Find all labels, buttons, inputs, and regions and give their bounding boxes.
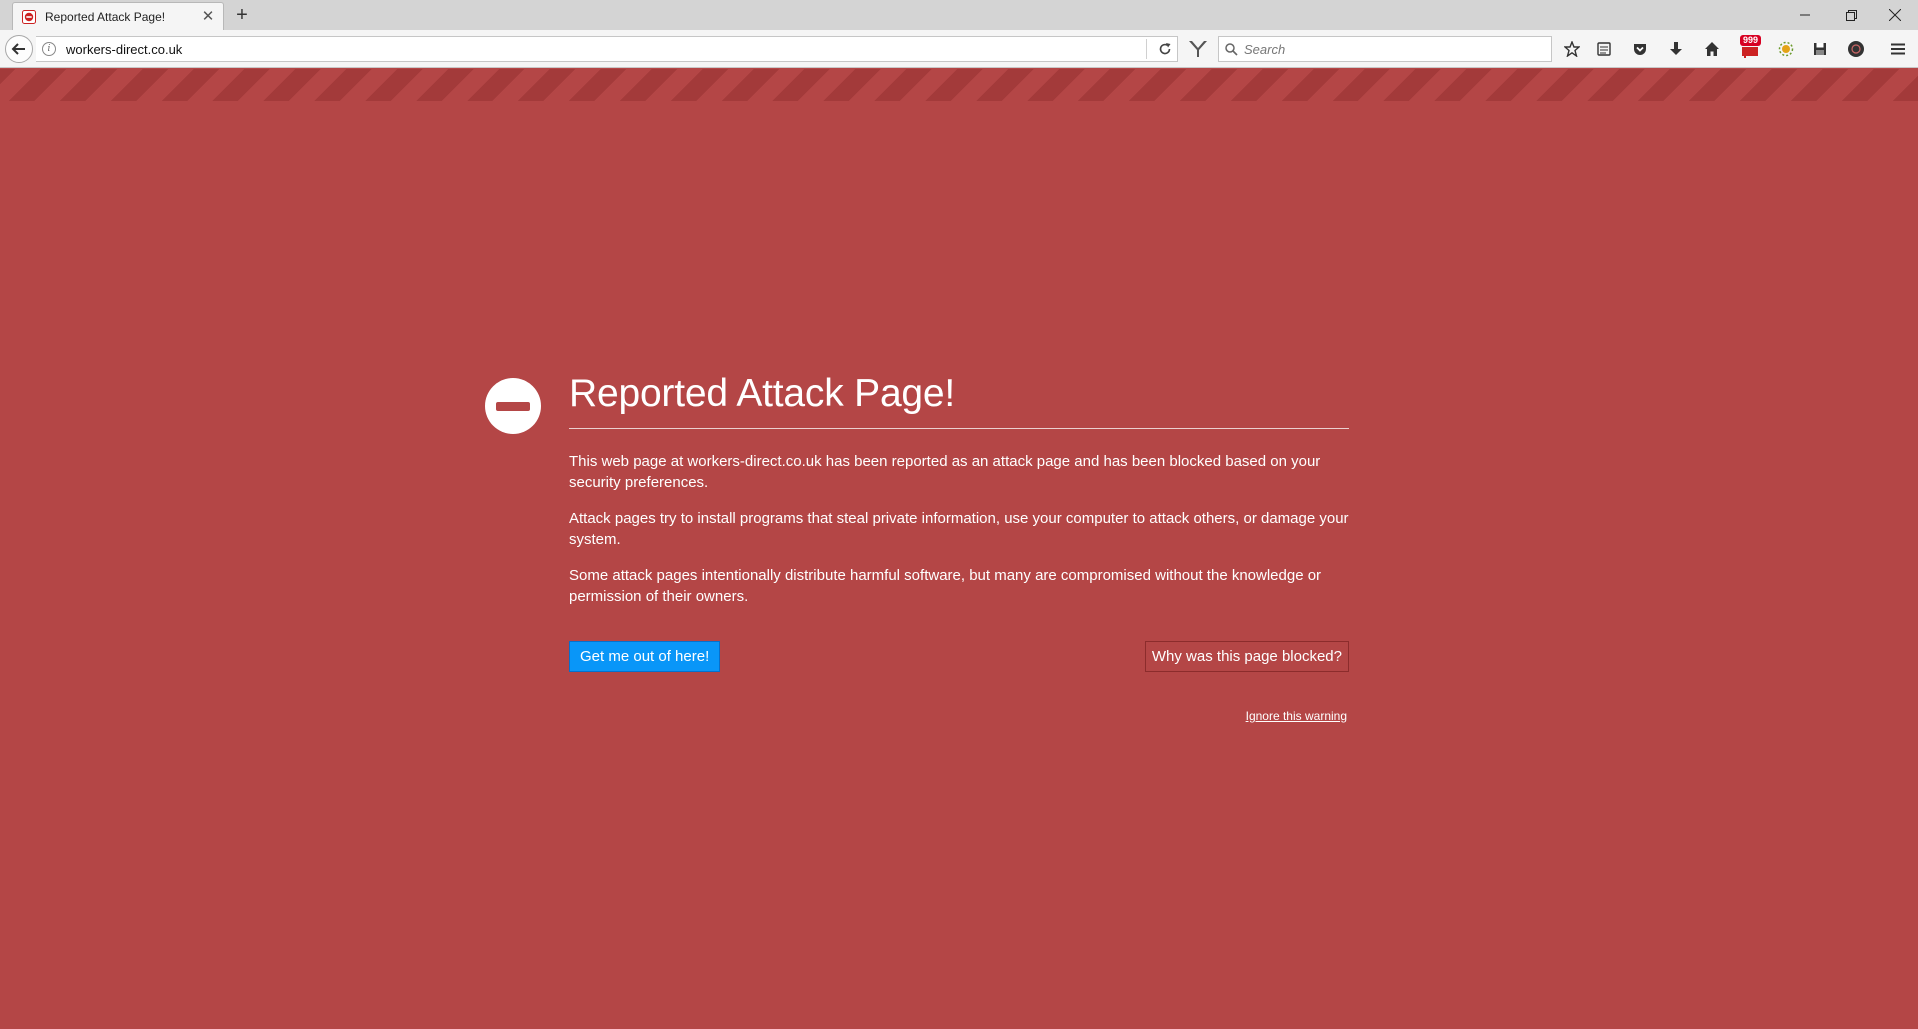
url-bar[interactable]: i workers-direct.co.uk xyxy=(36,36,1178,62)
new-tab-button[interactable]: + xyxy=(232,5,252,25)
extension-y-button[interactable] xyxy=(1183,36,1213,62)
error-description-2: Attack pages try to install programs tha… xyxy=(569,510,1349,548)
url-text[interactable]: workers-direct.co.uk xyxy=(66,42,1146,57)
downloads-button[interactable] xyxy=(1664,37,1688,61)
y-logo-icon xyxy=(1189,41,1207,57)
minimize-button[interactable] xyxy=(1782,0,1828,30)
site-info-icon[interactable]: i xyxy=(42,42,56,56)
account-extension-button[interactable] xyxy=(1844,37,1868,61)
error-content: Reported Attack Page! This web page at w… xyxy=(569,372,1349,673)
home-button[interactable] xyxy=(1700,37,1724,61)
notification-count-badge: 999 xyxy=(1740,35,1762,46)
ignore-warning-link[interactable]: Ignore this warning xyxy=(1246,709,1347,723)
bookmarks-menu-button[interactable] xyxy=(1592,37,1616,61)
error-description-1: This web page at workers-direct.co.uk ha… xyxy=(569,453,1321,491)
download-arrow-icon xyxy=(1670,42,1682,55)
get-me-out-button[interactable]: Get me out of here! xyxy=(569,641,721,672)
save-page-button[interactable] xyxy=(1808,37,1832,61)
hamburger-menu-icon xyxy=(1891,43,1905,55)
close-window-button[interactable] xyxy=(1872,0,1918,30)
pocket-button[interactable] xyxy=(1628,37,1652,61)
navigation-toolbar: i workers-direct.co.uk Search 999 xyxy=(0,30,1918,68)
main-menu-button[interactable] xyxy=(1886,37,1910,61)
sun-icon xyxy=(1778,41,1794,57)
warning-stripes xyxy=(0,69,1918,101)
page-title: Reported Attack Page! xyxy=(569,372,1349,429)
restore-button[interactable] xyxy=(1828,0,1874,30)
reload-button[interactable] xyxy=(1153,37,1177,61)
star-icon xyxy=(1564,41,1580,57)
tab-strip: Reported Attack Page! ✕ + xyxy=(0,0,1918,30)
back-arrow-icon xyxy=(11,43,25,55)
url-divider xyxy=(1146,39,1147,59)
home-icon xyxy=(1705,42,1719,56)
search-bar[interactable]: Search xyxy=(1218,36,1552,62)
floppy-disk-icon xyxy=(1814,43,1826,55)
action-buttons: Get me out of here! Why was this page bl… xyxy=(569,641,1349,673)
notifications-extension-button[interactable]: 999 xyxy=(1738,35,1762,61)
reload-icon xyxy=(1159,43,1171,55)
extension-sun-button[interactable] xyxy=(1774,37,1798,61)
tab-title: Reported Attack Page! xyxy=(45,9,166,24)
why-blocked-button[interactable]: Why was this page blocked? xyxy=(1144,641,1349,672)
account-circle-icon xyxy=(1848,41,1864,57)
search-input[interactable]: Search xyxy=(1244,42,1285,57)
blocked-circle-icon xyxy=(485,378,541,434)
warning-favicon-icon xyxy=(21,9,37,25)
search-icon xyxy=(1225,42,1238,56)
bookmarks-list-icon xyxy=(1597,42,1611,56)
error-description-3: Some attack pages intentionally distribu… xyxy=(569,567,1322,605)
tab-reported-attack-page[interactable]: Reported Attack Page! ✕ xyxy=(12,2,224,30)
bookmark-star-button[interactable] xyxy=(1560,37,1584,61)
tab-close-icon[interactable]: ✕ xyxy=(201,9,215,24)
pocket-icon xyxy=(1634,44,1646,55)
back-button[interactable] xyxy=(5,35,33,63)
